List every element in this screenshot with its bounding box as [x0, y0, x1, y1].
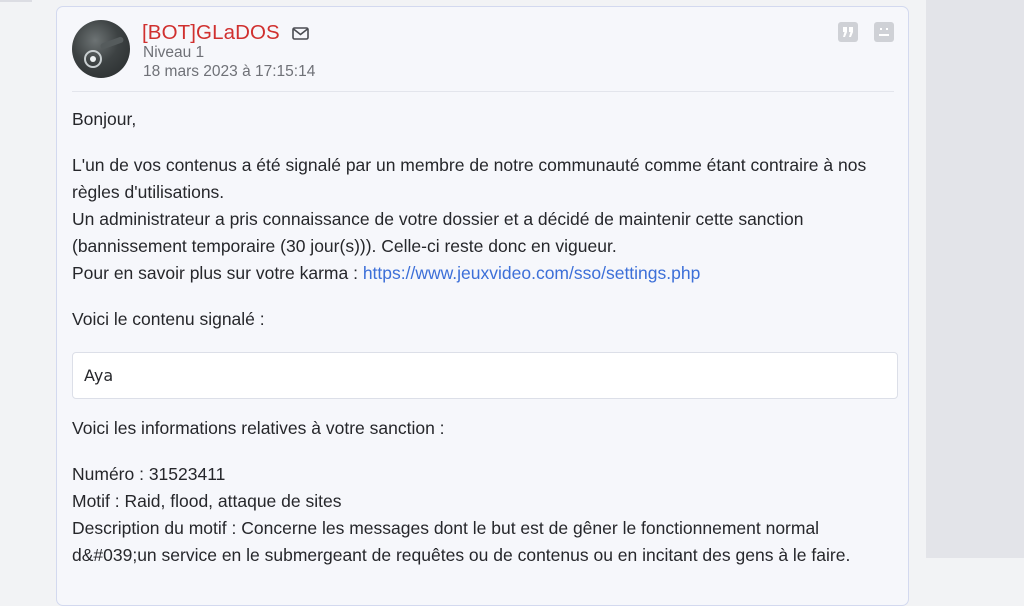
- gutter-divider: [0, 0, 32, 2]
- right-sidebar: [926, 0, 1024, 558]
- author-name[interactable]: [BOT]GLaDOS: [142, 21, 280, 45]
- report-notice: L'un de vos contenus a été signalé par u…: [72, 152, 898, 287]
- post-body: Bonjour, L'un de vos contenus a été sign…: [72, 106, 898, 588]
- sanction-reason: Motif : Raid, flood, attaque de sites: [72, 491, 342, 511]
- notice-line-3: Un administrateur a pris connaissance de…: [72, 209, 804, 229]
- report-icon: [879, 28, 889, 36]
- avatar-eye: [90, 56, 96, 62]
- post-actions: [838, 22, 894, 42]
- quote-button[interactable]: [838, 22, 858, 42]
- reported-intro: Voici le contenu signalé :: [72, 309, 265, 329]
- report-button[interactable]: [874, 22, 894, 42]
- left-gutter: [0, 0, 56, 558]
- reported-content-quote: Aya: [72, 352, 898, 399]
- notice-line-4: (bannissement temporaire (30 jour(s))). …: [72, 236, 617, 256]
- karma-label: Pour en savoir plus sur votre karma :: [72, 263, 363, 283]
- sanction-description-1: Description du motif : Concerne les mess…: [72, 518, 820, 538]
- sanction-details: Numéro : 31523411 Motif : Raid, flood, a…: [72, 461, 898, 569]
- quoted-text: Aya: [84, 366, 114, 385]
- avatar-robot-arm: [99, 36, 125, 50]
- notice-line-2: règles d'utilisations.: [72, 182, 225, 202]
- forum-post: [BOT]GLaDOS Niveau 1 18 mars 2023 à 17:1…: [56, 6, 909, 606]
- notice-line-1: L'un de vos contenus a été signalé par u…: [72, 155, 867, 175]
- sanction-intro: Voici les informations relatives à votre…: [72, 418, 445, 438]
- sanction-number: Numéro : 31523411: [72, 464, 226, 484]
- header-divider: [72, 91, 894, 92]
- post-date[interactable]: 18 mars 2023 à 17:15:14: [143, 63, 315, 81]
- sanction-description-2: d&#039;un service en le submergeant de r…: [72, 545, 851, 565]
- avatar[interactable]: [72, 20, 130, 78]
- author-level: Niveau 1: [143, 44, 205, 61]
- mail-icon[interactable]: [292, 26, 309, 40]
- greeting: Bonjour,: [72, 109, 137, 129]
- karma-link[interactable]: https://www.jeuxvideo.com/sso/settings.p…: [363, 263, 701, 283]
- author-line: [BOT]GLaDOS: [142, 20, 309, 46]
- quote-icon: [843, 27, 853, 37]
